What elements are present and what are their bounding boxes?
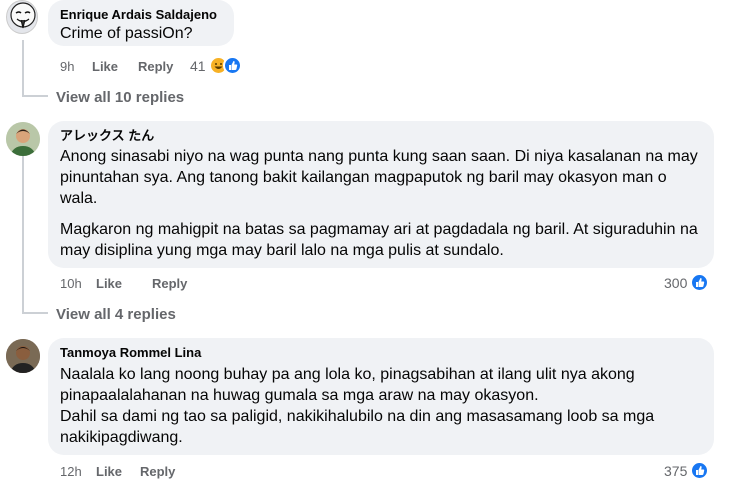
like-button[interactable]: Like xyxy=(92,59,138,74)
like-button[interactable]: Like xyxy=(96,464,140,479)
reaction-summary[interactable]: 375 xyxy=(664,461,710,480)
reaction-summary[interactable]: 41 xyxy=(190,56,242,75)
comment-bubble: アレックス たん Anong sinasabi niyo na wag punt… xyxy=(48,121,714,268)
comment-time[interactable]: 10h xyxy=(60,276,96,291)
reaction-summary[interactable]: 300 xyxy=(664,273,710,292)
reaction-count: 375 xyxy=(664,462,688,479)
reply-button[interactable]: Reply xyxy=(140,464,175,479)
like-icon xyxy=(690,461,710,480)
reply-button[interactable]: Reply xyxy=(138,59,173,74)
like-icon xyxy=(222,56,242,75)
avatar[interactable] xyxy=(6,339,40,373)
comment-text: Naalala ko lang noong buhay pa ang lola … xyxy=(60,366,655,446)
comment-text: Crime of passiOn? xyxy=(60,25,193,42)
comment-actions: 12h Like Reply xyxy=(60,463,175,479)
comment-author[interactable]: Enrique Ardais Saldajeno xyxy=(60,6,222,23)
avatar[interactable] xyxy=(6,0,38,34)
comment-author[interactable]: Tanmoya Rommel Lina xyxy=(60,344,702,361)
comment-author[interactable]: アレックス たん xyxy=(60,127,702,144)
comment-text: Magkaron ng mahigpit na batas sa pagmama… xyxy=(60,221,698,259)
thread-line xyxy=(22,40,24,96)
comment-actions: 10h Like Reply xyxy=(60,275,187,291)
mask-avatar-icon xyxy=(10,2,36,29)
thread-line xyxy=(22,312,48,314)
comment-bubble: Enrique Ardais Saldajeno Crime of passiO… xyxy=(48,0,234,46)
comment-time[interactable]: 9h xyxy=(60,59,92,74)
person-avatar-icon xyxy=(6,122,40,156)
thread-line xyxy=(22,155,24,313)
comment-bubble: Tanmoya Rommel Lina Naalala ko lang noon… xyxy=(48,338,714,455)
comment-text: Anong sinasabi niyo na wag punta nang pu… xyxy=(60,148,698,207)
reply-button[interactable]: Reply xyxy=(152,276,187,291)
view-replies-link[interactable]: View all 10 replies xyxy=(56,89,184,106)
view-replies-link[interactable]: View all 4 replies xyxy=(56,306,176,323)
reaction-count: 300 xyxy=(664,274,688,291)
like-button[interactable]: Like xyxy=(96,276,152,291)
avatar[interactable] xyxy=(6,122,40,156)
comment-actions: 9h Like Reply xyxy=(60,58,173,74)
reaction-count: 41 xyxy=(190,57,206,74)
person-avatar-icon xyxy=(6,339,40,373)
thread-line xyxy=(22,95,48,97)
like-icon xyxy=(690,273,710,292)
comment-time[interactable]: 12h xyxy=(60,464,96,479)
